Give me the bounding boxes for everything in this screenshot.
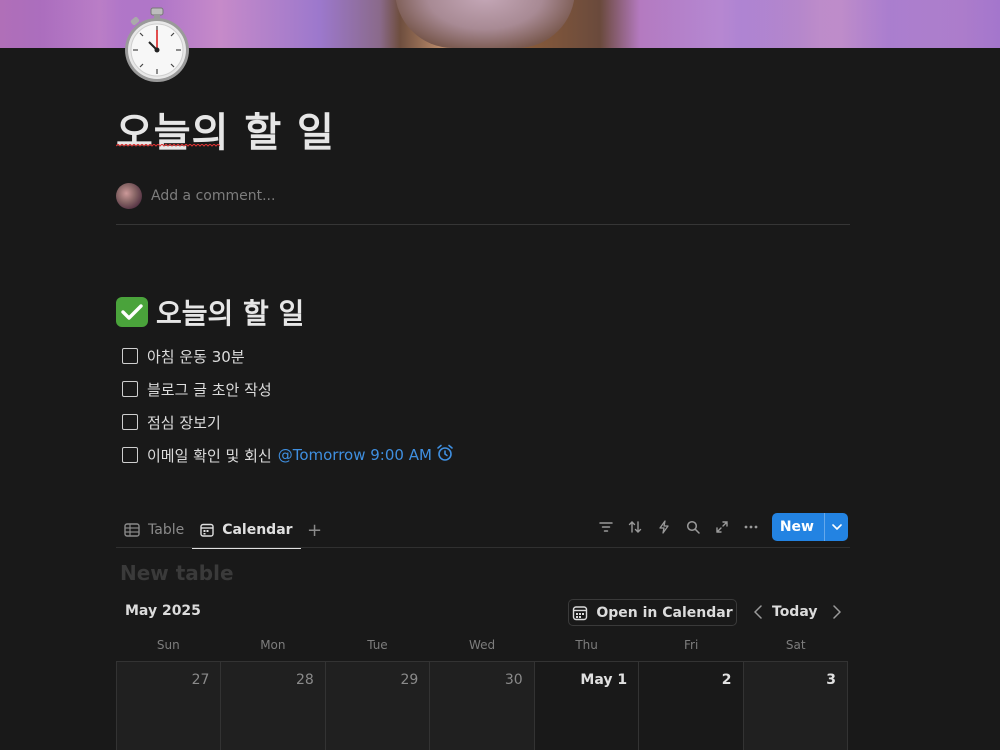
calendar-day-cell[interactable]: 3 [743,662,848,750]
calendar-day-cell[interactable]: 28 [221,662,326,750]
weekday-label: Tue [367,638,388,652]
todo-checkbox[interactable] [122,381,138,397]
calendar-icon [200,523,214,537]
chevron-right-icon[interactable] [827,602,847,622]
weekday-label: Sat [785,638,806,652]
weekday-header: Sun Mon Tue Wed Thu Fri Sat [116,636,848,654]
day-number: 28 [296,672,314,688]
calendar-day-cell[interactable]: 29 [325,662,431,750]
expand-icon[interactable] [708,513,737,541]
todo-checkbox[interactable] [122,348,138,364]
weekday-label: Fri [684,638,699,652]
todo-item[interactable]: 블로그 글 초안 작성 [122,377,272,401]
database-toolbar: New [592,513,848,541]
open-in-calendar-button[interactable]: Open in Calendar [568,599,737,626]
todo-text[interactable]: 이메일 확인 및 회신 [147,445,272,466]
calendar-day-cell[interactable]: 30 [430,662,535,750]
calendar-grid: 27 28 29 30 May 1 2 3 [116,661,848,750]
check-mark-button-icon [116,297,148,327]
alarm-clock-icon [436,444,454,466]
todo-item[interactable]: 점심 장보기 [122,410,221,434]
cover-portrait [395,0,575,48]
todo-checkbox[interactable] [122,447,138,463]
tab-calendar[interactable]: Calendar [192,512,301,549]
more-icon[interactable] [737,513,766,541]
avatar [116,183,142,209]
search-icon[interactable] [679,513,708,541]
stopwatch-icon[interactable] [122,6,192,84]
weekday-label: Wed [468,638,496,652]
calendar-day-cell[interactable]: 27 [117,662,222,750]
todo-checkbox[interactable] [122,414,138,430]
day-number: May 1 [580,672,628,688]
open-in-calendar-label: Open in Calendar [596,604,733,621]
tabs-divider [116,547,850,548]
page-title-text: 오늘의 할 일 [116,110,335,156]
day-number: 3 [826,672,836,688]
comment-input[interactable]: Add a comment... [151,188,275,204]
calendar-day-cell[interactable]: May 1 [534,662,640,750]
divider [116,224,850,225]
chevron-left-icon[interactable] [748,602,768,622]
weekday-label: Thu [575,638,598,652]
reminder-mention[interactable]: @Tomorrow 9:00 AM [278,446,432,464]
todo-item[interactable]: 이메일 확인 및 회신 @Tomorrow 9:00 AM [122,443,454,467]
spellcheck-underline [116,144,220,147]
today-button[interactable]: Today [772,602,817,622]
todo-text[interactable]: 아침 운동 30분 [147,346,245,367]
todo-text[interactable]: 점심 장보기 [147,412,221,433]
filter-icon[interactable] [592,513,621,541]
new-button[interactable]: New [771,513,848,541]
sort-icon[interactable] [621,513,650,541]
day-number: 2 [721,672,732,688]
calendar-month-label: May 2025 [125,603,201,619]
day-number: 29 [400,672,419,688]
calendar-app-icon [572,605,588,621]
todo-item[interactable]: 아침 운동 30분 [122,344,245,368]
tab-label: Table [148,522,185,538]
todo-text[interactable]: 블로그 글 초안 작성 [147,379,272,400]
comment-row[interactable]: Add a comment... [116,183,275,209]
tab-table[interactable]: Table [116,512,192,548]
calendar-day-cell[interactable]: 2 [639,662,744,750]
page-title[interactable]: 오늘의 할 일 [116,100,335,158]
table-icon [124,523,140,537]
add-view-button[interactable]: + [305,520,325,541]
view-tabs: Table Calendar + [116,512,325,549]
new-button-label: New [779,519,814,535]
day-number: 27 [191,672,210,688]
section-heading[interactable]: 오늘의 할 일 [116,294,304,330]
section-heading-text: 오늘의 할 일 [156,297,305,330]
weekday-label: Sun [156,638,180,652]
database-title[interactable]: New table [120,561,234,585]
tab-label: Calendar [222,522,293,538]
chevron-down-icon[interactable] [824,513,848,541]
automation-icon[interactable] [650,513,679,541]
weekday-label: Mon [260,638,286,652]
day-number: 30 [504,672,523,688]
